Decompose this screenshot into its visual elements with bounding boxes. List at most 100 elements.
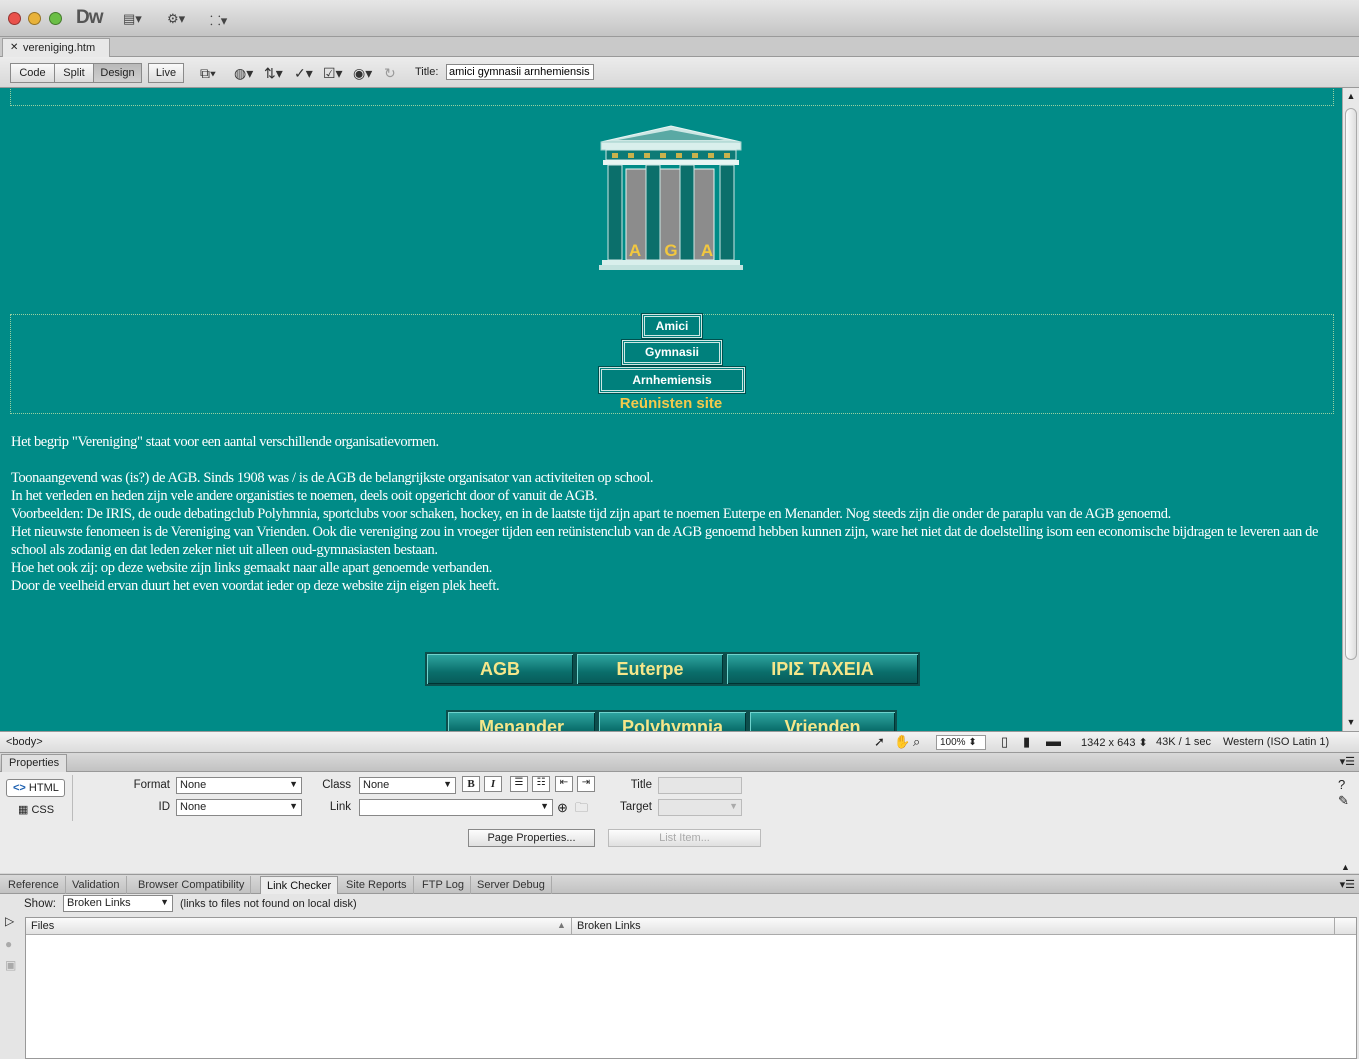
format-select[interactable]: None ▼ — [176, 777, 302, 794]
divider — [72, 775, 73, 821]
tab-validation[interactable]: Validation — [66, 876, 127, 894]
id-label: ID — [158, 801, 171, 813]
css-mode-button[interactable]: ▦ CSS — [18, 803, 54, 816]
site-menu-icon[interactable]: ⸬▾ — [210, 11, 227, 29]
nav-button-menander[interactable]: Menander — [446, 710, 597, 731]
panel-menu-icon[interactable]: ▾☰ — [1340, 755, 1355, 768]
paragraph-line: Hoe het ook zij: op deze website zijn li… — [11, 560, 492, 576]
pointer-tool-icon[interactable]: ➚ — [874, 734, 885, 750]
file-management-icon[interactable]: ⇅▾ — [264, 65, 283, 82]
panel-menu-icon[interactable]: ▾☰ — [1340, 878, 1355, 891]
check-browser-icon[interactable]: ✓▾ — [294, 65, 313, 82]
nav-button-vrienden[interactable]: Vrienden — [748, 710, 897, 731]
minimize-window-button[interactable] — [28, 12, 41, 25]
tab-site-reports[interactable]: Site Reports — [340, 876, 414, 894]
title-input[interactable] — [446, 64, 594, 80]
italic-button[interactable]: I — [484, 776, 502, 792]
refresh-icon[interactable]: ↻ — [384, 65, 396, 82]
nav-button-iris[interactable]: ΙΡΙΣ ΤΑΧΕΙΑ — [725, 652, 920, 686]
run-check-icon[interactable]: ▷ — [5, 914, 14, 928]
desktop-size-icon[interactable]: ▬ — [1046, 733, 1061, 750]
html-mode-label: HTML — [28, 782, 59, 794]
indent-icon[interactable]: ⇥ — [577, 776, 595, 792]
tab-browser-compatibility[interactable]: Browser Compatibility — [132, 876, 252, 894]
window-size-select[interactable]: 1342 x 643 ⬍ — [1081, 736, 1148, 749]
bold-button[interactable]: B — [462, 776, 480, 792]
zoom-tool-icon[interactable]: ⌕ — [913, 734, 920, 750]
list-item-button[interactable]: List Item... — [608, 829, 761, 847]
html-mode-button[interactable]: <> HTML — [6, 779, 65, 797]
hand-tool-icon[interactable]: ✋ — [894, 734, 910, 750]
column-broken-links[interactable]: Broken Links — [577, 920, 641, 932]
design-view-button[interactable]: Design — [93, 63, 142, 83]
split-view-button[interactable]: Split — [54, 63, 94, 83]
close-window-button[interactable] — [8, 12, 21, 25]
layout-menu-icon[interactable]: ▤▾ — [123, 11, 142, 27]
code-view-button[interactable]: Code — [10, 63, 55, 83]
plate-amici[interactable]: Amici — [642, 314, 702, 338]
show-note: (links to files not found on local disk) — [180, 898, 357, 910]
properties-tab[interactable]: Properties — [1, 754, 67, 772]
tab-ftp-log[interactable]: FTP Log — [416, 876, 471, 894]
scroll-thumb[interactable] — [1345, 108, 1357, 660]
chevron-down-icon: ▼ — [540, 801, 549, 811]
preview-browser-icon[interactable]: ◍▾ — [234, 65, 253, 82]
app-logo: Dw — [76, 7, 103, 28]
tab-link-checker[interactable]: Link Checker — [260, 876, 339, 894]
link-input[interactable]: ▼ — [359, 799, 553, 816]
column-files[interactable]: Files — [31, 920, 54, 932]
gear-icon[interactable]: ⚙▾ — [167, 11, 185, 27]
logo-letter-a2: A — [701, 241, 713, 260]
show-select[interactable]: Broken Links ▼ — [63, 895, 173, 912]
scroll-down-icon[interactable]: ▼ — [1343, 714, 1359, 730]
page-properties-button[interactable]: Page Properties... — [468, 829, 595, 847]
nav-button-agb[interactable]: AGB — [425, 652, 575, 686]
paragraph-line: Door de veelheid ervan duurt het even vo… — [11, 578, 500, 594]
save-report-icon[interactable]: ▣ — [5, 958, 16, 972]
title-label: Title: — [415, 66, 439, 78]
tag-selector[interactable]: <body> — [6, 736, 43, 748]
chevron-down-icon: ▼ — [443, 779, 452, 789]
document-tabbar: ✕ vereniging.htm — [0, 37, 1359, 57]
help-icon[interactable]: ? — [1338, 777, 1345, 792]
multiscreen-icon[interactable]: ⧉▾ — [200, 65, 216, 82]
zoom-window-button[interactable] — [49, 12, 62, 25]
browse-folder-icon[interactable]: 🗀 — [575, 799, 588, 821]
nav-button-polyhymnia[interactable]: Polyhymnia — [597, 710, 748, 731]
body-text: Het begrip "Vereniging" staat voor een a… — [11, 433, 1331, 595]
quick-tag-editor-icon[interactable]: ✎ — [1338, 793, 1349, 809]
plate-arnhemiensis[interactable]: Arnhemiensis — [599, 367, 745, 393]
status-bar: <body> ➚ ✋ ⌕ 100% ⬍ ▯ ▮ ▬ 1342 x 643 ⬍ 4… — [0, 731, 1359, 753]
ordered-list-icon[interactable]: ☷ — [532, 776, 550, 792]
vertical-scrollbar[interactable]: ▲ ▼ — [1342, 88, 1359, 731]
point-to-file-icon[interactable]: ⊕ — [557, 800, 568, 816]
format-label: Format — [133, 779, 170, 791]
title-prop-input[interactable] — [658, 777, 742, 794]
scroll-up-icon[interactable]: ▲ — [1343, 88, 1359, 104]
document-tab[interactable]: ✕ vereniging.htm — [2, 38, 110, 57]
close-icon[interactable]: ✕ — [10, 42, 18, 53]
nav-button-euterpe[interactable]: Euterpe — [575, 652, 725, 686]
document-tab-label: vereniging.htm — [23, 42, 96, 54]
tab-reference[interactable]: Reference — [2, 876, 66, 894]
live-view-button[interactable]: Live — [148, 63, 184, 83]
validate-icon[interactable]: ☑▾ — [323, 65, 343, 82]
plate-gymnasii[interactable]: Gymnasii — [622, 340, 722, 365]
code-icon: <> — [13, 782, 26, 794]
tablet-size-icon[interactable]: ▮ — [1023, 734, 1030, 750]
id-select[interactable]: None ▼ — [176, 799, 302, 816]
window-size-value: 1342 x 643 — [1081, 737, 1136, 749]
mobile-size-icon[interactable]: ▯ — [1001, 734, 1008, 750]
stop-icon[interactable]: ● — [5, 937, 12, 951]
class-select[interactable]: None ▼ — [359, 777, 456, 794]
collapse-icon[interactable]: ▲ — [1341, 862, 1350, 872]
target-select[interactable]: ▼ — [658, 799, 742, 816]
sort-ascending-icon[interactable]: ▲ — [557, 920, 566, 930]
zoom-select[interactable]: 100% ⬍ — [936, 735, 986, 750]
title-prop-label: Title — [630, 779, 652, 791]
unordered-list-icon[interactable]: ☰ — [510, 776, 528, 792]
outdent-icon[interactable]: ⇤ — [555, 776, 573, 792]
visual-aids-icon[interactable]: ◉▾ — [353, 65, 372, 82]
design-view[interactable]: A G A Amici Gymnasii Arnhemiensis Reünis… — [0, 88, 1342, 731]
tab-server-debug[interactable]: Server Debug — [471, 876, 552, 894]
